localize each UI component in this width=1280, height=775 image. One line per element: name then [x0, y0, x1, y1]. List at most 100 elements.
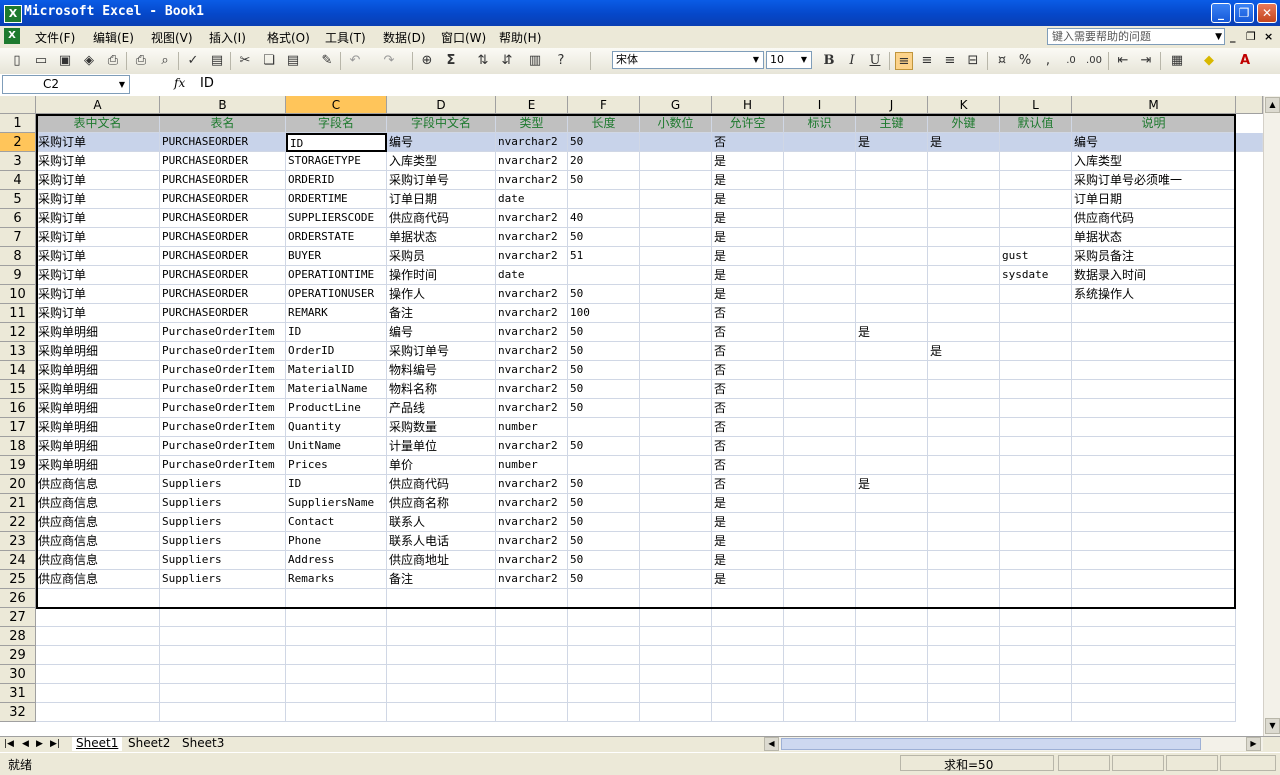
table-cell[interactable]: date [496, 190, 568, 209]
table-cell[interactable]: PurchaseOrderItem [160, 323, 286, 342]
table-cell[interactable]: 供应商信息 [36, 532, 160, 551]
table-cell[interactable]: 40 [568, 209, 640, 228]
table-cell[interactable]: gust [1000, 247, 1072, 266]
open-icon[interactable]: ▭ [32, 52, 50, 70]
table-cell[interactable] [928, 380, 1000, 399]
table-cell[interactable] [1000, 513, 1072, 532]
table-cell[interactable] [1072, 589, 1236, 608]
table-cell[interactable] [640, 285, 712, 304]
table-cell[interactable]: Suppliers [160, 570, 286, 589]
table-cell[interactable] [387, 608, 496, 627]
table-cell[interactable] [856, 304, 928, 323]
table-cell[interactable]: number [496, 456, 568, 475]
scroll-down-icon[interactable]: ▼ [1265, 718, 1280, 734]
table-cell[interactable]: 系统操作人 [1072, 285, 1236, 304]
table-cell[interactable] [784, 703, 856, 722]
table-cell[interactable]: 50 [568, 399, 640, 418]
table-cell[interactable]: 采购单明细 [36, 456, 160, 475]
table-cell[interactable] [712, 684, 784, 703]
table-cell[interactable]: Suppliers [160, 513, 286, 532]
scroll-right-icon[interactable]: ▶ [1246, 737, 1261, 751]
table-cell[interactable] [286, 684, 387, 703]
table-cell[interactable] [1072, 418, 1236, 437]
table-cell[interactable] [1000, 133, 1072, 152]
table-cell[interactable] [784, 627, 856, 646]
table-cell[interactable] [928, 437, 1000, 456]
table-cell[interactable] [856, 494, 928, 513]
table-cell[interactable]: PurchaseOrderItem [160, 399, 286, 418]
row-header[interactable]: 3 [0, 152, 36, 171]
table-cell[interactable]: 采购订单号必须唯一 [1072, 171, 1236, 190]
table-cell[interactable] [1000, 152, 1072, 171]
table-cell[interactable]: 是 [712, 532, 784, 551]
table-cell[interactable]: 计量单位 [387, 437, 496, 456]
table-cell[interactable] [1000, 304, 1072, 323]
table-cell[interactable]: PURCHASEORDER [160, 228, 286, 247]
header-cell[interactable]: 说明 [1072, 114, 1236, 133]
table-cell[interactable]: 50 [568, 133, 640, 152]
table-cell[interactable] [1072, 551, 1236, 570]
table-cell[interactable]: PurchaseOrderItem [160, 437, 286, 456]
align-center-icon[interactable]: ≡ [918, 52, 936, 70]
table-cell[interactable]: 采购员备注 [1072, 247, 1236, 266]
table-cell[interactable] [856, 152, 928, 171]
table-cell[interactable] [640, 665, 712, 684]
table-cell[interactable] [784, 551, 856, 570]
header-cell[interactable]: 主键 [856, 114, 928, 133]
table-cell[interactable] [640, 570, 712, 589]
table-cell[interactable] [784, 285, 856, 304]
table-cell[interactable] [640, 475, 712, 494]
bold-icon[interactable]: B [820, 52, 838, 70]
table-cell[interactable]: 否 [712, 399, 784, 418]
table-cell[interactable] [856, 190, 928, 209]
table-cell[interactable] [856, 684, 928, 703]
menu-tools[interactable]: 工具(T) [325, 29, 366, 46]
table-cell[interactable] [640, 646, 712, 665]
table-cell[interactable] [1072, 342, 1236, 361]
sort-descending-icon[interactable]: ⇵ [498, 52, 516, 70]
table-cell[interactable]: 操作时间 [387, 266, 496, 285]
table-cell[interactable] [928, 266, 1000, 285]
table-cell[interactable] [928, 532, 1000, 551]
table-cell[interactable]: 操作人 [387, 285, 496, 304]
table-cell[interactable] [856, 608, 928, 627]
sheet-tab-2[interactable]: Sheet2 [124, 737, 174, 751]
menu-format[interactable]: 格式(O) [267, 29, 310, 46]
column-header[interactable]: B [160, 96, 286, 114]
table-cell[interactable]: 采购订单 [36, 209, 160, 228]
table-cell[interactable]: nvarchar2 [496, 304, 568, 323]
table-cell[interactable] [928, 665, 1000, 684]
table-cell[interactable]: 否 [712, 342, 784, 361]
table-cell[interactable]: nvarchar2 [496, 361, 568, 380]
copy-icon[interactable]: ❏ [260, 52, 278, 70]
column-header[interactable]: M [1072, 96, 1236, 114]
table-cell[interactable]: 50 [568, 342, 640, 361]
table-cell[interactable] [1072, 494, 1236, 513]
scroll-left-icon[interactable]: ◀ [764, 737, 779, 751]
table-cell[interactable]: PURCHASEORDER [160, 152, 286, 171]
table-cell[interactable]: 供应商信息 [36, 551, 160, 570]
table-cell[interactable]: 是 [712, 266, 784, 285]
table-cell[interactable]: 备注 [387, 570, 496, 589]
row-header[interactable]: 26 [0, 589, 36, 608]
table-cell[interactable]: 单据状态 [1072, 228, 1236, 247]
underline-icon[interactable]: U [866, 52, 884, 70]
format-painter-icon[interactable]: ✎ [318, 52, 336, 70]
doc-restore-icon[interactable]: ❐ [1246, 30, 1256, 43]
table-cell[interactable]: Address [286, 551, 387, 570]
table-cell[interactable]: 50 [568, 532, 640, 551]
table-cell[interactable] [856, 171, 928, 190]
table-cell[interactable]: 联系人 [387, 513, 496, 532]
table-cell[interactable]: 供应商信息 [36, 475, 160, 494]
table-cell[interactable] [640, 152, 712, 171]
table-cell[interactable]: 是 [712, 171, 784, 190]
table-cell[interactable]: PurchaseOrderItem [160, 361, 286, 380]
table-cell[interactable]: 采购订单 [36, 171, 160, 190]
column-header[interactable]: F [568, 96, 640, 114]
table-cell[interactable]: Prices [286, 456, 387, 475]
table-cell[interactable]: 联系人电话 [387, 532, 496, 551]
table-cell[interactable] [784, 266, 856, 285]
table-cell[interactable] [928, 285, 1000, 304]
help-search-input[interactable]: 键入需要帮助的问题 ▼ [1047, 28, 1225, 45]
table-cell[interactable]: 50 [568, 551, 640, 570]
